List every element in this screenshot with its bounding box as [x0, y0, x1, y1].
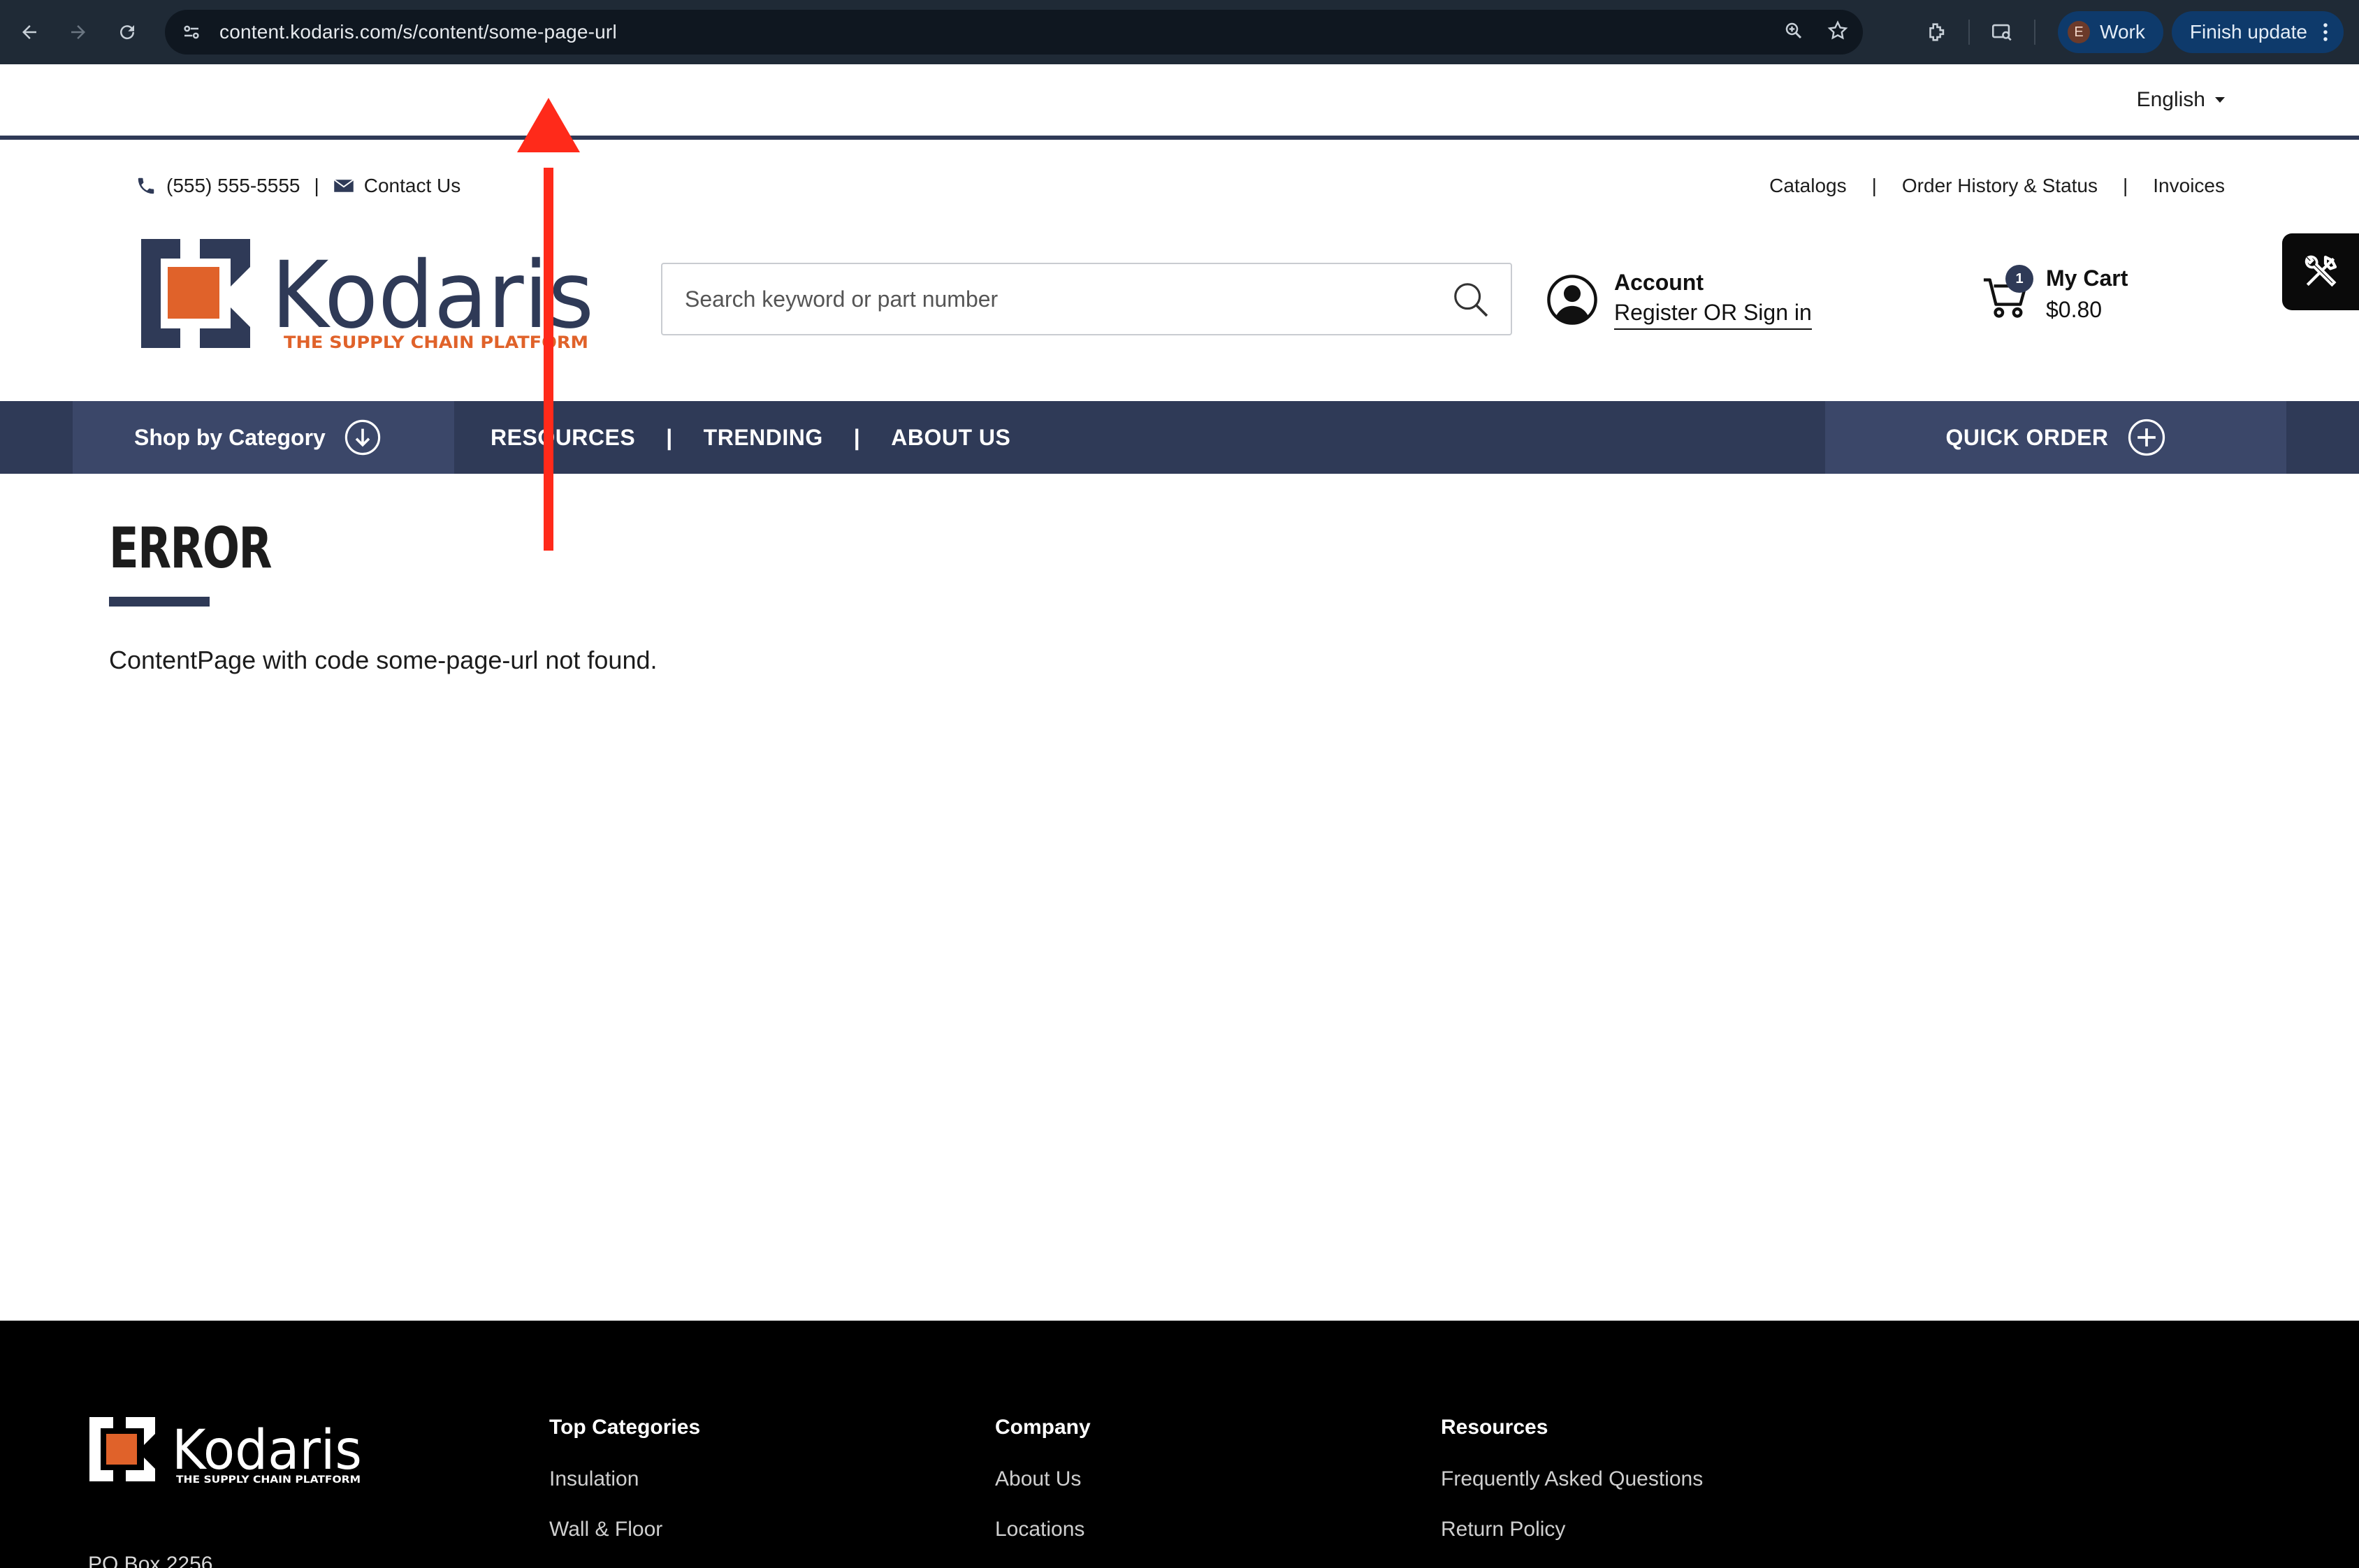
main-nav: Shop by Category RESOURCES | TRENDING | …: [0, 401, 2359, 474]
caret-down-icon: [2215, 97, 2225, 103]
nav-divider: |: [853, 424, 861, 450]
tools-button[interactable]: [2282, 233, 2359, 310]
nav-divider: |: [666, 424, 673, 450]
footer-column-title: Resources: [1441, 1416, 1548, 1439]
footer-logo[interactable]: Kodaris THE SUPPLY CHAIN PLATFORM: [89, 1416, 369, 1486]
back-button[interactable]: [10, 13, 49, 52]
search-icon[interactable]: [1451, 280, 1491, 324]
cart-widget[interactable]: 1 My Cart $0.80: [1982, 265, 2128, 323]
register-sign-in-link[interactable]: Register OR Sign in: [1614, 300, 1812, 330]
arrow-right-icon: [71, 25, 85, 39]
reload-icon: [120, 25, 135, 40]
utility-links: Catalogs | Order History & Status | Invo…: [1769, 175, 2225, 197]
bookmark-star-icon[interactable]: [1827, 20, 1849, 45]
tab-search-icon[interactable]: [1982, 13, 2022, 52]
extensions-icon[interactable]: [1917, 13, 1956, 52]
footer-address: PO Box 2256: [88, 1553, 213, 1568]
language-selector[interactable]: English: [2137, 88, 2225, 112]
divider: |: [2123, 175, 2128, 196]
site-footer: Kodaris THE SUPPLY CHAIN PLATFORM PO Box…: [0, 1321, 2359, 1568]
order-history-link[interactable]: Order History & Status: [1902, 175, 2098, 197]
page-title: ERROR: [109, 516, 273, 581]
footer-column-title: Top Categories: [549, 1416, 701, 1439]
shop-by-category-button[interactable]: Shop by Category: [73, 401, 454, 474]
footer-link[interactable]: Insulation: [549, 1467, 700, 1491]
reload-button[interactable]: [108, 13, 147, 52]
cart-title: My Cart: [2046, 266, 2128, 291]
nav-trending[interactable]: TRENDING: [704, 425, 823, 451]
kebab-menu-icon: [2323, 23, 2328, 41]
footer-logo-wordmark: Kodaris: [172, 1419, 362, 1482]
toolbar-divider: [1968, 20, 1970, 45]
account-title: Account: [1614, 270, 1704, 295]
profile-name: Work: [2100, 21, 2145, 43]
search-bar: [661, 263, 1512, 335]
cart-count-badge: 1: [2005, 265, 2033, 293]
toolbar-divider: [2034, 20, 2036, 45]
address-bar[interactable]: content.kodaris.com/s/content/some-page-…: [165, 10, 1863, 55]
phone-icon: [138, 177, 154, 194]
footer-column-company: Company About Us Locations: [995, 1416, 1091, 1568]
footer-column-resources: Resources Frequently Asked Questions Ret…: [1441, 1416, 1703, 1568]
phone-number[interactable]: (555) 555-5555: [166, 175, 300, 197]
account-widget[interactable]: Account Register OR Sign in: [1546, 270, 1812, 330]
error-message: ContentPage with code some-page-url not …: [109, 646, 658, 674]
browser-toolbar: content.kodaris.com/s/content/some-page-…: [0, 0, 2359, 64]
invoices-link[interactable]: Invoices: [2153, 175, 2225, 197]
footer-column-top-categories: Top Categories Insulation Wall & Floor: [549, 1416, 700, 1568]
language-label: English: [2136, 88, 2205, 111]
mail-icon: [333, 179, 354, 192]
tools-icon: [2304, 255, 2337, 287]
footer-link[interactable]: Wall & Floor: [549, 1518, 700, 1541]
site-settings-icon[interactable]: [177, 18, 205, 46]
footer-link[interactable]: Locations: [995, 1518, 1091, 1541]
avatar: E: [2068, 21, 2091, 43]
cart-total: $0.80: [2046, 297, 2103, 322]
utility-contact: (555) 555-5555 | Contact Us: [136, 175, 460, 197]
finish-update-label: Finish update: [2189, 21, 2307, 43]
arrow-down-circle-icon: [344, 419, 381, 456]
divider: |: [314, 175, 319, 196]
shop-by-category-label: Shop by Category: [134, 424, 326, 450]
forward-button[interactable]: [59, 13, 98, 52]
title-underline: [109, 597, 210, 607]
finish-update-button[interactable]: Finish update: [2171, 11, 2344, 53]
footer-logo-tagline: THE SUPPLY CHAIN PLATFORM: [176, 1474, 361, 1486]
arrow-left-icon: [22, 25, 36, 39]
profile-button[interactable]: E Work: [2058, 11, 2163, 53]
nav-about-us[interactable]: ABOUT US: [891, 425, 1010, 451]
language-bar: English: [0, 64, 2359, 140]
contact-us-link[interactable]: Contact Us: [364, 175, 461, 197]
footer-column-title: Company: [995, 1416, 1091, 1439]
quick-order-label: QUICK ORDER: [1945, 424, 2109, 450]
search-input[interactable]: [685, 268, 1439, 331]
footer-link[interactable]: About Us: [995, 1467, 1091, 1491]
quick-order-button[interactable]: QUICK ORDER: [1825, 401, 2286, 474]
catalogs-link[interactable]: Catalogs: [1769, 175, 1847, 197]
plus-circle-icon: [2128, 419, 2165, 456]
user-circle-icon: [1547, 275, 1597, 325]
zoom-icon[interactable]: [1783, 20, 1804, 45]
url-text[interactable]: content.kodaris.com/s/content/some-page-…: [219, 21, 617, 43]
divider: |: [1871, 175, 1877, 196]
annotation-arrow-up: [517, 98, 580, 551]
footer-link[interactable]: Return Policy: [1441, 1518, 1703, 1541]
footer-link[interactable]: Frequently Asked Questions: [1441, 1467, 1703, 1491]
